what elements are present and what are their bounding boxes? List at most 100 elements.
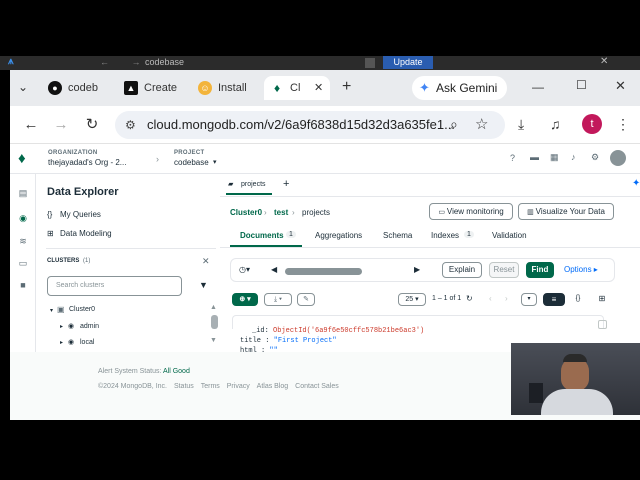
filter-icon[interactable]: ▼ <box>199 280 208 290</box>
scroll-right-icon[interactable]: ▶ <box>414 265 420 274</box>
history-arrows-icon[interactable]: ← → <box>100 57 151 67</box>
tab-install[interactable]: ☺ Install <box>198 76 270 100</box>
refresh-icon[interactable]: ↻ <box>466 294 473 303</box>
media-control-icon[interactable]: ♫ <box>550 116 561 132</box>
back-arrow-icon[interactable]: ← <box>22 116 40 134</box>
update-docs-icon[interactable]: ✎ <box>297 293 315 306</box>
field-key: title <box>240 337 262 345</box>
footer-link-blog[interactable]: Atlas Blog <box>257 383 289 390</box>
scroll-up-icon[interactable]: ▲ <box>210 304 217 311</box>
scroll-down-icon[interactable]: ▼ <box>210 337 217 344</box>
export-data-button[interactable]: ⤓ ▾ <box>264 293 292 306</box>
bookmark-star-icon[interactable]: ☆ <box>475 115 488 133</box>
user-avatar[interactable] <box>610 150 626 166</box>
scroll-left-icon[interactable]: ◀ <box>271 265 277 274</box>
footer-link-terms[interactable]: Terms <box>201 383 220 390</box>
expand-caret-icon[interactable]: ▾ <box>50 307 53 314</box>
forward-arrow-icon[interactable]: → <box>52 116 70 134</box>
ask-gemini-button[interactable]: ✦ Ask Gemini <box>412 76 507 100</box>
tree-cluster[interactable]: Cluster0 <box>69 306 95 313</box>
breadcrumb-cluster[interactable]: Cluster0 <box>230 208 262 217</box>
security-lock-icon[interactable]: ■ <box>18 280 28 290</box>
data-modeling-link[interactable]: Data Modeling <box>60 229 112 238</box>
find-button[interactable]: Find <box>526 262 554 278</box>
page-size-select[interactable]: 25 ▾ <box>398 293 426 306</box>
tab-create[interactable]: ▲ Create <box>124 76 196 100</box>
tab-close-icon[interactable]: ✕ <box>314 76 323 100</box>
new-tab-button[interactable]: + <box>342 78 351 96</box>
tab-aggregations[interactable]: Aggregations <box>315 231 362 240</box>
monitor-icon[interactable]: ▭ <box>18 258 28 268</box>
access-icon[interactable]: ▦ <box>550 152 559 163</box>
window-close-icon[interactable]: ✕ <box>600 56 608 67</box>
reload-icon[interactable]: ↻ <box>83 116 101 134</box>
tab-validation[interactable]: Validation <box>492 231 527 240</box>
expand-caret-icon[interactable]: ▸ <box>60 339 63 346</box>
json-view-icon[interactable]: {} <box>567 293 589 306</box>
footer-link-privacy[interactable]: Privacy <box>227 383 250 390</box>
address-bar[interactable]: ⚙ cloud.mongodb.com/v2/6a9f6838d15d32d3a… <box>115 111 505 139</box>
field-value-title[interactable]: "First Project" <box>274 337 337 345</box>
next-page-icon[interactable]: › <box>505 294 508 303</box>
reset-button[interactable]: Reset <box>489 262 519 278</box>
explain-button[interactable]: Explain <box>442 262 482 278</box>
breadcrumb-db[interactable]: test <box>274 208 288 217</box>
search-clusters-input[interactable]: Search clusters <box>47 276 182 296</box>
sidebar-scrollbar[interactable] <box>211 315 218 329</box>
services-icon[interactable]: ≋ <box>18 236 28 246</box>
close-window-icon[interactable]: ✕ <box>615 78 626 94</box>
collapse-x-icon[interactable]: ✕ <box>202 256 210 267</box>
visualize-data-button[interactable]: ▥ Visualize Your Data <box>518 203 614 220</box>
tab-schema[interactable]: Schema <box>383 231 412 240</box>
site-info-icon[interactable]: ⚙ <box>125 118 136 132</box>
assistant-sparkle-icon[interactable]: ✦ <box>632 178 640 189</box>
profile-avatar[interactable]: t <box>582 114 602 134</box>
tree-db-admin[interactable]: admin <box>80 323 99 330</box>
divider <box>220 196 640 197</box>
braces-icon: {} <box>47 210 53 219</box>
add-data-button[interactable]: ⊕ ▾ <box>232 293 258 306</box>
my-queries-link[interactable]: My Queries <box>60 210 101 219</box>
update-button[interactable]: Update <box>383 56 433 69</box>
options-link[interactable]: Options ▸ <box>564 265 598 274</box>
tab-github[interactable]: ● codeb <box>48 76 120 100</box>
view-monitoring-button[interactable]: ▭ View monitoring <box>429 203 513 220</box>
database-icon[interactable]: ◉ <box>18 213 28 223</box>
caret-down-icon[interactable]: ▾ <box>213 158 217 166</box>
command-search[interactable]: codebase <box>145 57 345 68</box>
tab-documents[interactable]: Documents <box>240 231 284 240</box>
field-value-objectid[interactable]: ObjectId('6a9f6e50cffc578b21be6ac3') <box>273 327 424 335</box>
expand-caret-icon[interactable]: ▸ <box>60 323 63 330</box>
tree-db-local[interactable]: local <box>80 339 94 346</box>
vscode-icon: ⩚ <box>8 56 14 67</box>
tab-search-chevron-icon[interactable]: ⌄ <box>18 80 28 94</box>
minimize-icon[interactable]: — <box>532 80 544 94</box>
download-icon[interactable]: ⤓ <box>518 116 524 133</box>
settings-gear-icon[interactable]: ⚙ <box>591 152 599 163</box>
table-view-icon[interactable]: ⊞ <box>591 293 613 306</box>
mongodb-logo-icon[interactable]: ♦ <box>18 150 28 168</box>
billing-icon[interactable]: ▬ <box>530 152 539 162</box>
footer-link-contact[interactable]: Contact Sales <box>295 383 339 390</box>
prev-page-icon[interactable]: ‹ <box>489 294 492 303</box>
list-view-icon[interactable]: ≡ <box>543 293 565 306</box>
zoom-icon[interactable]: ⌕ <box>450 116 458 133</box>
footer-link-status[interactable]: Status <box>174 383 194 390</box>
history-icon[interactable]: ◷▾ <box>239 265 250 274</box>
view-dropdown-icon[interactable]: ▾ <box>521 293 537 306</box>
query-filter-scrollbar[interactable] <box>285 268 362 275</box>
maximize-icon[interactable]: ☐ <box>576 78 587 92</box>
tab-indexes[interactable]: Indexes <box>431 231 459 240</box>
browser-menu-icon[interactable]: ⋮ <box>616 116 630 133</box>
url-text[interactable]: cloud.mongodb.com/v2/6a9f6838d15d32d3a63… <box>147 117 455 132</box>
status-value[interactable]: All Good <box>163 368 190 375</box>
help-icon[interactable]: ? <box>510 153 515 163</box>
copilot-icon[interactable] <box>365 58 375 68</box>
workspace-tab-projects[interactable]: projects <box>241 181 266 188</box>
tab-mongodb[interactable]: ♦ Cl ✕ <box>264 76 330 100</box>
notification-bell-icon[interactable]: ♪ <box>571 152 576 162</box>
add-tab-button[interactable]: + <box>283 178 289 190</box>
dashboard-icon[interactable]: ▤ <box>18 188 28 198</box>
project-selector[interactable]: codebase <box>174 158 209 167</box>
organization-selector[interactable]: thejayadad's Org - 2... <box>48 158 126 167</box>
